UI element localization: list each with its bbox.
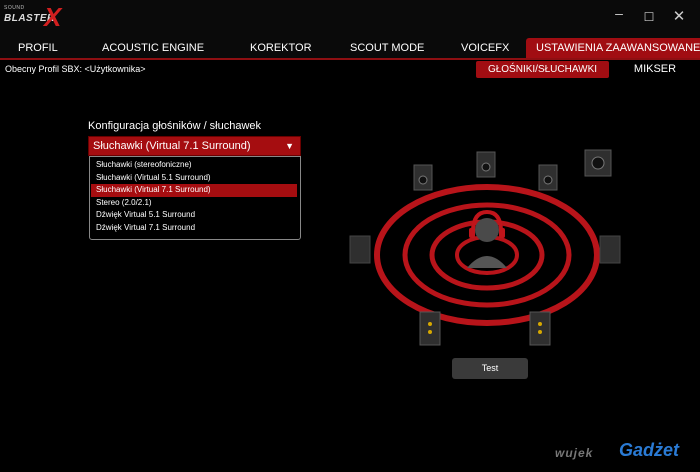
speaker-icon[interactable] bbox=[529, 311, 551, 346]
tab-ustawienia-zaawansowane[interactable]: USTAWIENIA ZAAWANSOWANE bbox=[526, 38, 700, 58]
speaker-icon[interactable] bbox=[419, 311, 441, 346]
subtab-speakers-headphones[interactable]: GŁOŚNIKI/SŁUCHAWKI bbox=[476, 61, 609, 78]
dropdown-option[interactable]: Słuchawki (stereofoniczne) bbox=[91, 159, 297, 172]
sound-rings bbox=[374, 184, 600, 326]
sound-blaster-logo: SOUND BLASTER X bbox=[4, 4, 66, 32]
tab-korektor[interactable]: KOREKTOR bbox=[250, 38, 312, 58]
dropdown-option[interactable]: Dźwięk Virtual 7.1 Surround bbox=[91, 222, 297, 235]
watermark-prefix: wujek bbox=[555, 446, 594, 460]
dropdown-option[interactable]: Stereo (2.0/2.1) bbox=[91, 197, 297, 210]
dropdown-selected-value: Słuchawki (Virtual 7.1 Surround) bbox=[93, 140, 251, 152]
maximize-button[interactable]: ☐ bbox=[638, 6, 660, 28]
title-bar: SOUND BLASTER X – ☐ ✕ bbox=[0, 0, 700, 36]
speaker-icon[interactable] bbox=[476, 151, 496, 178]
speaker-config-dropdown[interactable]: Słuchawki (Virtual 7.1 Surround) ▼ bbox=[88, 136, 301, 156]
subtab-mixer[interactable]: MIKSER bbox=[622, 61, 688, 78]
current-profile-label: Obecny Profil SBX: <Użytkownika> bbox=[5, 64, 146, 74]
dropdown-options-list: Słuchawki (stereofoniczne) Słuchawki (Vi… bbox=[89, 156, 301, 240]
speaker-icon[interactable] bbox=[584, 149, 612, 177]
dropdown-option[interactable]: Słuchawki (Virtual 5.1 Surround) bbox=[91, 172, 297, 185]
dropdown-option-selected[interactable]: Słuchawki (Virtual 7.1 Surround) bbox=[91, 184, 297, 197]
tab-scout-mode[interactable]: SCOUT MODE bbox=[350, 38, 424, 58]
minimize-button[interactable]: – bbox=[608, 2, 630, 24]
main-nav: PROFIL ACOUSTIC ENGINE KOREKTOR SCOUT MO… bbox=[0, 36, 700, 60]
tab-voicefx[interactable]: VOICEFX bbox=[461, 38, 509, 58]
speaker-icon[interactable] bbox=[599, 235, 621, 264]
logo-mark: X bbox=[44, 2, 62, 32]
speaker-icon[interactable] bbox=[413, 164, 433, 191]
speaker-config-label: Konfiguracja głośników / słuchawek bbox=[88, 120, 262, 132]
tab-profil[interactable]: PROFIL bbox=[18, 38, 58, 58]
logo-small-text: SOUND bbox=[4, 5, 25, 11]
test-button[interactable]: Test bbox=[452, 358, 528, 379]
speaker-icon[interactable] bbox=[538, 164, 558, 191]
watermark-brand: Gadżet bbox=[619, 440, 680, 460]
dropdown-option[interactable]: Dźwięk Virtual 5.1 Surround bbox=[91, 209, 297, 222]
chevron-down-icon: ▼ bbox=[285, 141, 294, 151]
close-button[interactable]: ✕ bbox=[668, 6, 690, 28]
speaker-icon[interactable] bbox=[349, 235, 371, 264]
tab-acoustic-engine[interactable]: ACOUSTIC ENGINE bbox=[102, 38, 204, 58]
